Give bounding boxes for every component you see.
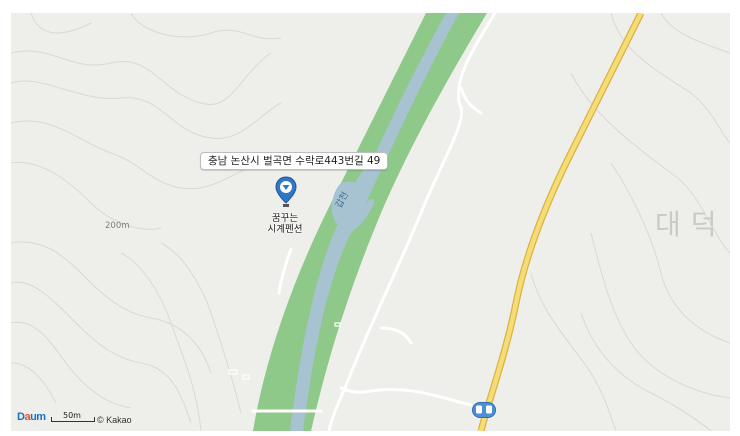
address-label: 충남 논산시 벌곡면 수락로443번길 49 [200, 152, 389, 170]
daum-logo: Daum [17, 411, 46, 423]
scale-line [51, 417, 95, 422]
map-canvas[interactable]: 충남 논산시 벌곡면 수락로443번길 49 꿈꾸는 시계펜션 200m 대덕 … [11, 13, 730, 431]
elevation-label: 200m [105, 221, 130, 231]
bus-stop-icon[interactable] [472, 402, 496, 418]
area-name-label: 대덕 [655, 208, 727, 241]
scale-bar: 50m [51, 411, 95, 422]
logo-letters-um: um [30, 411, 46, 423]
location-pin-icon[interactable] [274, 176, 298, 210]
place-name-label[interactable]: 꿈꾸는 시계펜션 [247, 213, 323, 235]
copyright-text: © Kakao [97, 415, 132, 425]
